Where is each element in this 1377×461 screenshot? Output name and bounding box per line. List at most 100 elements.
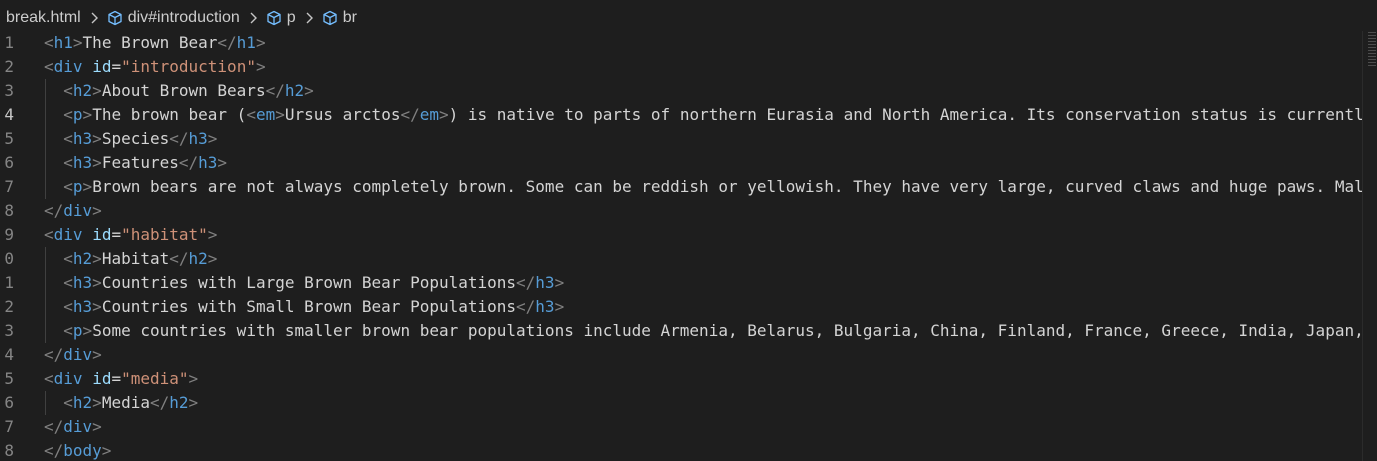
code-text: </body> <box>44 439 111 461</box>
code-token: > <box>188 369 199 388</box>
code-token: h2 <box>72 393 93 412</box>
code-line[interactable]: 1 <h1>The Brown Bear</h1> <box>0 31 1362 55</box>
code-token: h3 <box>72 297 93 316</box>
code-token: > <box>92 81 102 100</box>
code-token: < <box>44 33 54 52</box>
code-token: div <box>63 345 93 364</box>
code-line[interactable]: 4 <p>The brown bear (<em>Ursus arctos</e… <box>0 103 1362 127</box>
code-line[interactable]: 6 <h2>Media</h2> <box>0 391 1362 415</box>
code-text: <h1>The Brown Bear</h1> <box>44 31 266 55</box>
code-text: <div id="habitat"> <box>44 223 217 247</box>
code-token: p <box>72 321 83 340</box>
code-line[interactable]: 9 <div id="habitat"> <box>0 223 1362 247</box>
code-line[interactable]: 7 <p>Brown bears are not always complete… <box>0 175 1362 199</box>
code-token: > <box>92 345 102 364</box>
code-token: Species <box>101 129 170 148</box>
code-token: h2 <box>72 249 93 268</box>
code-token: < <box>63 129 73 148</box>
chevron-right-icon <box>250 12 257 24</box>
code-token: > <box>101 441 112 460</box>
code-token: > <box>255 33 266 52</box>
line-number: 0 <box>4 249 14 268</box>
code-token: = <box>111 369 122 388</box>
code-token: Countries with Large Brown Bear Populati… <box>101 273 517 292</box>
indent-guide <box>45 295 46 319</box>
code-token: h3 <box>535 297 555 316</box>
code-token: Countries with Small Brown Bear Populati… <box>101 297 517 316</box>
code-token: id <box>92 57 112 76</box>
breadcrumb-item-br[interactable]: br <box>322 9 357 27</box>
element-cube-icon <box>323 10 337 26</box>
breadcrumb-file[interactable]: break.html <box>6 9 81 27</box>
code-line[interactable]: 3 <h2>About Brown Bears</h2> <box>0 79 1362 103</box>
code-token: < <box>63 177 73 196</box>
code-token: > <box>92 273 102 292</box>
line-number: 1 <box>4 33 14 52</box>
code-line[interactable]: 0 <h2>Habitat</h2> <box>0 247 1362 271</box>
line-number: 3 <box>4 321 14 340</box>
code-token: </ <box>44 201 64 220</box>
code-token: body <box>63 441 102 460</box>
breadcrumb-item-label: div#introduction <box>127 9 240 26</box>
code-token: > <box>92 393 102 412</box>
code-line[interactable]: 2 <div id="introduction"> <box>0 55 1362 79</box>
code-token: h1 <box>53 33 73 52</box>
code-token: em <box>255 105 276 124</box>
code-token: < <box>63 273 73 292</box>
code-line[interactable]: 8 </body> <box>0 439 1362 461</box>
code-token: </ <box>149 393 170 412</box>
code-line[interactable]: 5 <h3>Species</h3> <box>0 127 1362 151</box>
code-token: > <box>554 297 565 316</box>
code-token: </ <box>265 81 285 100</box>
code-token: > <box>275 105 285 124</box>
indent-guide <box>45 127 46 151</box>
indent-guide <box>45 79 46 103</box>
code-token: h3 <box>72 129 93 148</box>
code-line[interactable]: 2 <h3>Countries with Small Brown Bear Po… <box>0 295 1362 319</box>
code-token: > <box>92 417 102 436</box>
breadcrumb-item-div-introduction[interactable]: div#introduction <box>107 9 240 27</box>
code-token: > <box>255 57 266 76</box>
code-editor[interactable]: 1 <h1>The Brown Bear</h1> 2 <div id="introd… <box>0 31 1362 461</box>
code-line[interactable]: 7 </div> <box>0 415 1362 439</box>
minimap-slider[interactable] <box>1368 32 1376 68</box>
code-line[interactable]: 4 </div> <box>0 343 1362 367</box>
code-token: < <box>63 81 73 100</box>
code-token: < <box>44 225 54 244</box>
breadcrumb-item-p[interactable]: p <box>266 9 296 27</box>
code-text: <h2>Media</h2> <box>44 391 198 415</box>
code-token: div <box>63 417 93 436</box>
vertical-scrollbar[interactable] <box>1362 31 1377 461</box>
code-text: <h2>Habitat</h2> <box>44 247 217 271</box>
code-text: </div> <box>44 415 102 439</box>
code-token: > <box>82 321 93 340</box>
element-cube-icon <box>267 10 281 26</box>
breadcrumb-item-label: p <box>286 9 296 26</box>
code-token: < <box>63 249 73 268</box>
code-line[interactable]: 6 <h3>Features</h3> <box>0 151 1362 175</box>
line-number: 1 <box>4 273 14 292</box>
code-token: h2 <box>188 249 208 268</box>
code-text: <h3>Countries with Large Brown Bear Popu… <box>44 271 564 295</box>
code-token: > <box>188 393 199 412</box>
code-token: </ <box>217 33 237 52</box>
chevron-right-icon <box>306 12 313 24</box>
code-line[interactable]: 3 <p>Some countries with smaller brown b… <box>0 319 1362 343</box>
code-token: h3 <box>72 273 93 292</box>
code-line[interactable]: 8 </div> <box>0 199 1362 223</box>
code-line[interactable]: 1 <h3>Countries with Large Brown Bear Po… <box>0 271 1362 295</box>
code-token: > <box>217 153 228 172</box>
code-token: Ursus arctos <box>284 105 401 124</box>
code-token: > <box>207 225 218 244</box>
code-line[interactable]: 5 <div id="media"> <box>0 367 1362 391</box>
line-number: 2 <box>4 297 14 316</box>
code-token: </ <box>169 249 189 268</box>
code-text: <div id="media"> <box>44 367 198 391</box>
code-token: > <box>82 105 93 124</box>
code-token: </ <box>169 129 189 148</box>
line-number: 6 <box>4 393 14 412</box>
code-text: <h2>About Brown Bears</h2> <box>44 79 313 103</box>
